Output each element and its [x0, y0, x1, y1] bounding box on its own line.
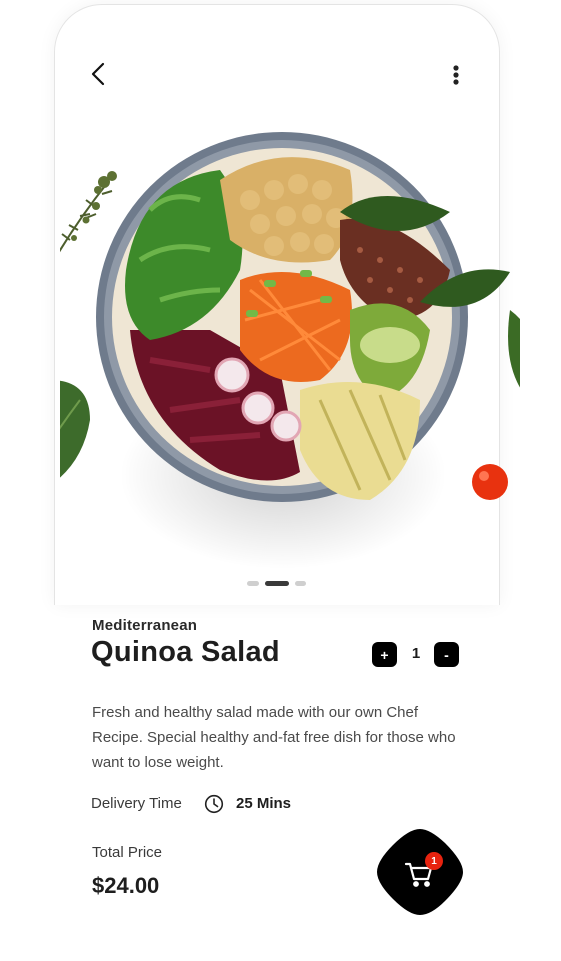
pager-dot-2-active[interactable]: [265, 580, 289, 586]
product-description: Fresh and healthy salad made with our ow…: [92, 704, 456, 771]
total-price-value: $24.00: [92, 873, 160, 898]
total-price-label: Total Price: [92, 844, 163, 861]
cart-button[interactable]: [375, 827, 465, 917]
quantity-increase-button[interactable]: +: [372, 642, 397, 667]
carousel-pager[interactable]: [247, 580, 306, 586]
more-options-button[interactable]: [445, 60, 469, 90]
pager-dot-1[interactable]: [247, 580, 259, 586]
product-title: Quinoa Salad: [91, 636, 280, 668]
clock-icon: [204, 794, 224, 814]
cart-button-shape: [377, 829, 463, 915]
back-button[interactable]: [86, 60, 112, 90]
pager-dot-3[interactable]: [295, 580, 306, 586]
chevron-left-icon: [91, 62, 105, 86]
vertical-dots-icon: [453, 65, 459, 85]
quantity-value: 1: [411, 645, 421, 662]
delivery-time-value: 25 Mins: [236, 795, 292, 812]
quantity-decrease-button[interactable]: -: [434, 642, 459, 667]
quinoa-salad-bowl-photo: [60, 132, 520, 502]
product-category: Mediterranean: [92, 617, 198, 634]
delivery-time-label: Delivery Time: [91, 795, 182, 812]
cart-badge: 1: [425, 852, 443, 870]
